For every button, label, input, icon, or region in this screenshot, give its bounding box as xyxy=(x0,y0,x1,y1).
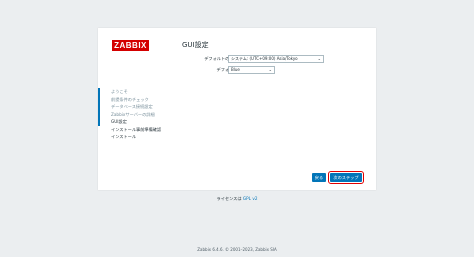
installer-page: ZABBIX ようこそ 前提条件のチェック データベース接続設定 Zabbixサ… xyxy=(0,0,474,257)
step-pre-install-summary: インストール事前準備確認 xyxy=(111,126,162,132)
zabbix-logo: ZABBIX xyxy=(112,40,149,51)
chevron-down-icon: ⌄ xyxy=(317,56,321,61)
timezone-row: デフォルトのタイムゾーン システム: (UTC+09:00) Asia/Toky… xyxy=(182,55,372,63)
license-link[interactable]: GPL v2 xyxy=(243,196,258,201)
next-step-button[interactable]: 次のステップ xyxy=(328,171,364,184)
copyright-footer: Zabbix 6.4.6. © 2001–2023, Zabbix SIA xyxy=(197,247,277,252)
back-button[interactable]: 戻る xyxy=(312,173,326,182)
step-welcome: ようこそ xyxy=(98,88,178,96)
chevron-down-icon: ⌄ xyxy=(268,67,272,72)
timezone-value: システム: (UTC+09:00) Asia/Tokyo xyxy=(231,56,298,61)
setup-steps: ようこそ 前提条件のチェック データベース接続設定 Zabbixサーバーの詳細 … xyxy=(98,88,178,141)
setup-card: ZABBIX ようこそ 前提条件のチェック データベース接続設定 Zabbixサ… xyxy=(98,28,376,190)
step-server-details: Zabbixサーバーの詳細 xyxy=(98,110,178,119)
step-gui-settings: GUI設定 xyxy=(98,118,178,126)
license-text: ライセンスは GPL v2 xyxy=(0,196,474,202)
theme-value: Blue xyxy=(231,67,240,72)
step-install: インストール xyxy=(111,134,137,139)
step-db-connection: データベース接続設定 xyxy=(98,103,178,111)
theme-row: デフォルトのテーマ Blue ⌄ xyxy=(182,66,372,74)
license-prefix: ライセンスは xyxy=(216,196,242,201)
page-title: GUI設定 xyxy=(182,41,209,49)
timezone-select[interactable]: システム: (UTC+09:00) Asia/Tokyo ⌄ xyxy=(228,55,324,63)
theme-select[interactable]: Blue ⌄ xyxy=(228,66,275,74)
step-prerequisites: 前提条件のチェック xyxy=(98,95,178,104)
